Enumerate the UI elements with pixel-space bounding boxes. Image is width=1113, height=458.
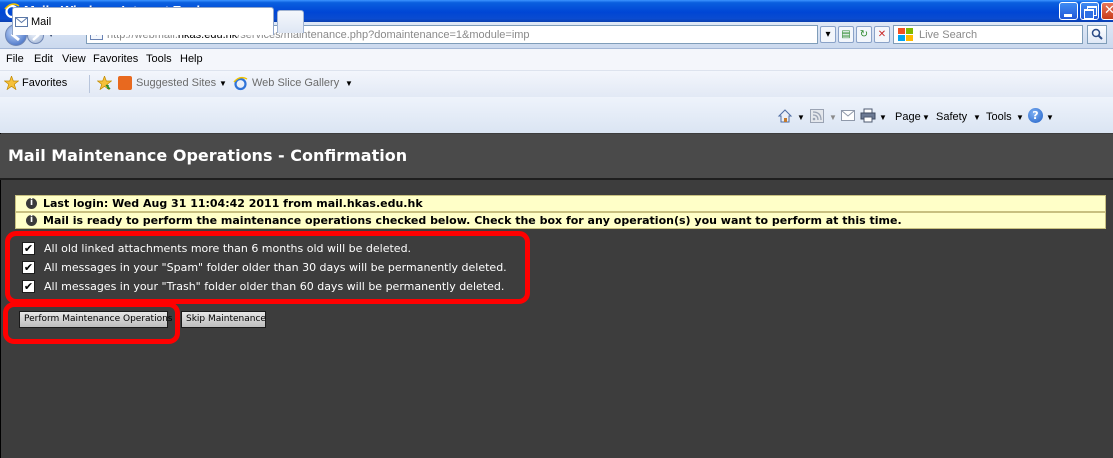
- favorites-bar: Favorites Suggested Sites ▼ Web Slice Ga…: [0, 71, 1113, 97]
- restore-button[interactable]: [1080, 2, 1099, 20]
- compatibility-view-icon[interactable]: ▤: [838, 26, 854, 43]
- print-icon[interactable]: [860, 108, 876, 123]
- menu-tools[interactable]: Tools: [146, 53, 172, 65]
- menu-bar: File Edit View Favorites Tools Help: [0, 49, 1113, 71]
- web-slice-ie-icon: [233, 76, 248, 91]
- stop-icon[interactable]: ✕: [874, 26, 890, 43]
- favorites-star-icon: [4, 76, 19, 90]
- info-icon: i: [26, 198, 37, 209]
- read-mail-icon[interactable]: [841, 110, 855, 121]
- tab-mail-label: Mail: [31, 16, 52, 28]
- live-search-logo-icon: [898, 28, 913, 41]
- chevron-down-icon[interactable]: ▼: [973, 113, 981, 122]
- menu-view[interactable]: View: [62, 53, 86, 65]
- mail-icon: [15, 17, 28, 27]
- page-menu[interactable]: Page: [895, 111, 921, 123]
- skip-maintenance-button[interactable]: Skip Maintenance: [181, 311, 266, 328]
- chevron-down-icon[interactable]: ▼: [219, 79, 227, 88]
- feeds-icon[interactable]: [810, 109, 824, 123]
- separator: [89, 75, 90, 93]
- operations-highlight: [5, 231, 530, 304]
- chevron-down-icon[interactable]: ▼: [922, 113, 930, 122]
- chevron-down-icon[interactable]: ▼: [879, 113, 887, 122]
- home-icon[interactable]: [777, 108, 793, 124]
- new-tab-button[interactable]: [277, 10, 304, 33]
- help-icon[interactable]: ?: [1028, 108, 1043, 123]
- menu-edit[interactable]: Edit: [34, 53, 53, 65]
- page-title: Mail Maintenance Operations - Confirmati…: [8, 146, 408, 165]
- tools-menu[interactable]: Tools: [986, 111, 1012, 123]
- search-field[interactable]: Live Search: [893, 25, 1083, 44]
- tab-mail[interactable]: Mail: [12, 7, 274, 35]
- menu-help[interactable]: Help: [180, 53, 203, 65]
- suggested-sites-icon: [118, 76, 132, 90]
- search-icon: [1091, 28, 1103, 40]
- info-icon: i: [26, 215, 37, 226]
- chevron-down-icon[interactable]: ▼: [1046, 113, 1054, 122]
- refresh-icon[interactable]: ↻: [856, 26, 872, 43]
- menu-favorites[interactable]: Favorites: [93, 53, 138, 65]
- suggested-sites-link[interactable]: Suggested Sites: [136, 77, 216, 89]
- minimize-button[interactable]: [1059, 2, 1078, 20]
- search-placeholder: Live Search: [919, 29, 978, 41]
- safety-menu[interactable]: Safety: [936, 111, 967, 123]
- close-button[interactable]: ✕: [1101, 2, 1113, 20]
- add-to-favorites-icon[interactable]: [97, 76, 112, 90]
- close-icon: ✕: [1104, 3, 1113, 18]
- maintenance-ready-text: Mail is ready to perform the maintenance…: [43, 214, 902, 227]
- last-login-notice: i Last login: Wed Aug 31 11:04:42 2011 f…: [15, 195, 1106, 212]
- chevron-down-icon[interactable]: ▼: [1016, 113, 1024, 122]
- last-login-text: Last login: Wed Aug 31 11:04:42 2011 fro…: [43, 197, 423, 210]
- perform-button-highlight: [3, 302, 180, 344]
- chevron-down-icon[interactable]: ▼: [829, 113, 837, 122]
- menu-file[interactable]: File: [6, 53, 24, 65]
- chevron-down-icon[interactable]: ▼: [797, 113, 805, 122]
- web-slice-gallery-link[interactable]: Web Slice Gallery: [252, 77, 339, 89]
- address-dropdown-icon[interactable]: ▾: [820, 26, 836, 43]
- search-button[interactable]: [1087, 25, 1107, 44]
- favorites-button[interactable]: Favorites: [22, 77, 67, 89]
- maintenance-ready-notice: i Mail is ready to perform the maintenan…: [15, 212, 1106, 229]
- chevron-down-icon[interactable]: ▼: [345, 79, 353, 88]
